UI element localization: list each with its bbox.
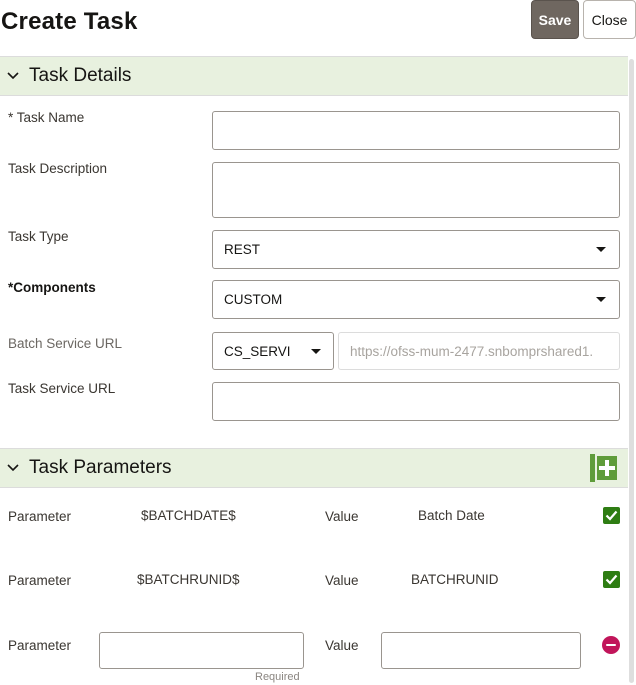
checkbox-checked-icon[interactable] [603,571,620,588]
scrollbar-thumb[interactable] [629,59,634,683]
close-button[interactable]: Close [583,0,636,39]
task-type-label: Task Type [8,229,69,244]
caret-down-icon [596,297,606,302]
remove-circle-icon[interactable] [602,636,620,654]
parameter-value-input[interactable] [381,632,581,669]
batch-service-url-field: https://ofss-mum-2477.snbomprshared1. [338,332,620,370]
batch-service-url-label: Batch Service URL [8,336,123,351]
task-service-url-input[interactable] [212,382,620,421]
batch-service-select[interactable]: CS_SERVI [212,332,334,370]
parameter-value: Batch Date [418,508,485,523]
add-parameter-icon[interactable] [590,454,617,482]
parameter-label: Parameter [8,509,72,524]
parameter-label: Parameter [8,638,72,653]
page-title: Create Task [1,8,138,35]
caret-down-icon [596,247,606,252]
task-type-select[interactable]: REST [212,230,620,269]
task-name-label: * Task Name [8,110,85,125]
task-description-input[interactable] [212,162,620,218]
task-parameters-header[interactable]: Task Parameters [0,448,628,488]
parameter-label: Parameter [8,573,72,588]
scrollbar[interactable] [628,57,636,685]
chevron-down-icon[interactable] [6,461,20,475]
components-value: CUSTOM [224,292,283,307]
checkbox-checked-icon[interactable] [603,507,620,524]
parameter-name: $BATCHRUNID$ [137,572,240,587]
components-select[interactable]: CUSTOM [212,280,620,319]
task-service-url-label: Task Service URL [8,381,116,396]
parameter-name: $BATCHDATE$ [141,508,236,523]
task-type-value: REST [224,242,261,257]
caret-down-icon [311,349,321,354]
value-label: Value [325,509,359,524]
task-description-label: Task Description [8,161,108,176]
task-details-title: Task Details [29,65,132,86]
task-name-input[interactable] [212,111,620,150]
batch-service-value: CS_SERVI [224,343,291,359]
task-details-header[interactable]: Task Details [0,56,628,96]
save-button[interactable]: Save [531,0,579,39]
parameter-value: BATCHRUNID [411,572,499,587]
components-label: *Components [8,280,96,295]
parameter-name-input[interactable] [99,632,304,669]
task-parameters-title: Task Parameters [29,457,172,478]
value-label: Value [325,573,359,588]
value-label: Value [325,638,359,653]
chevron-down-icon[interactable] [6,69,20,83]
required-hint: Required [255,671,300,683]
